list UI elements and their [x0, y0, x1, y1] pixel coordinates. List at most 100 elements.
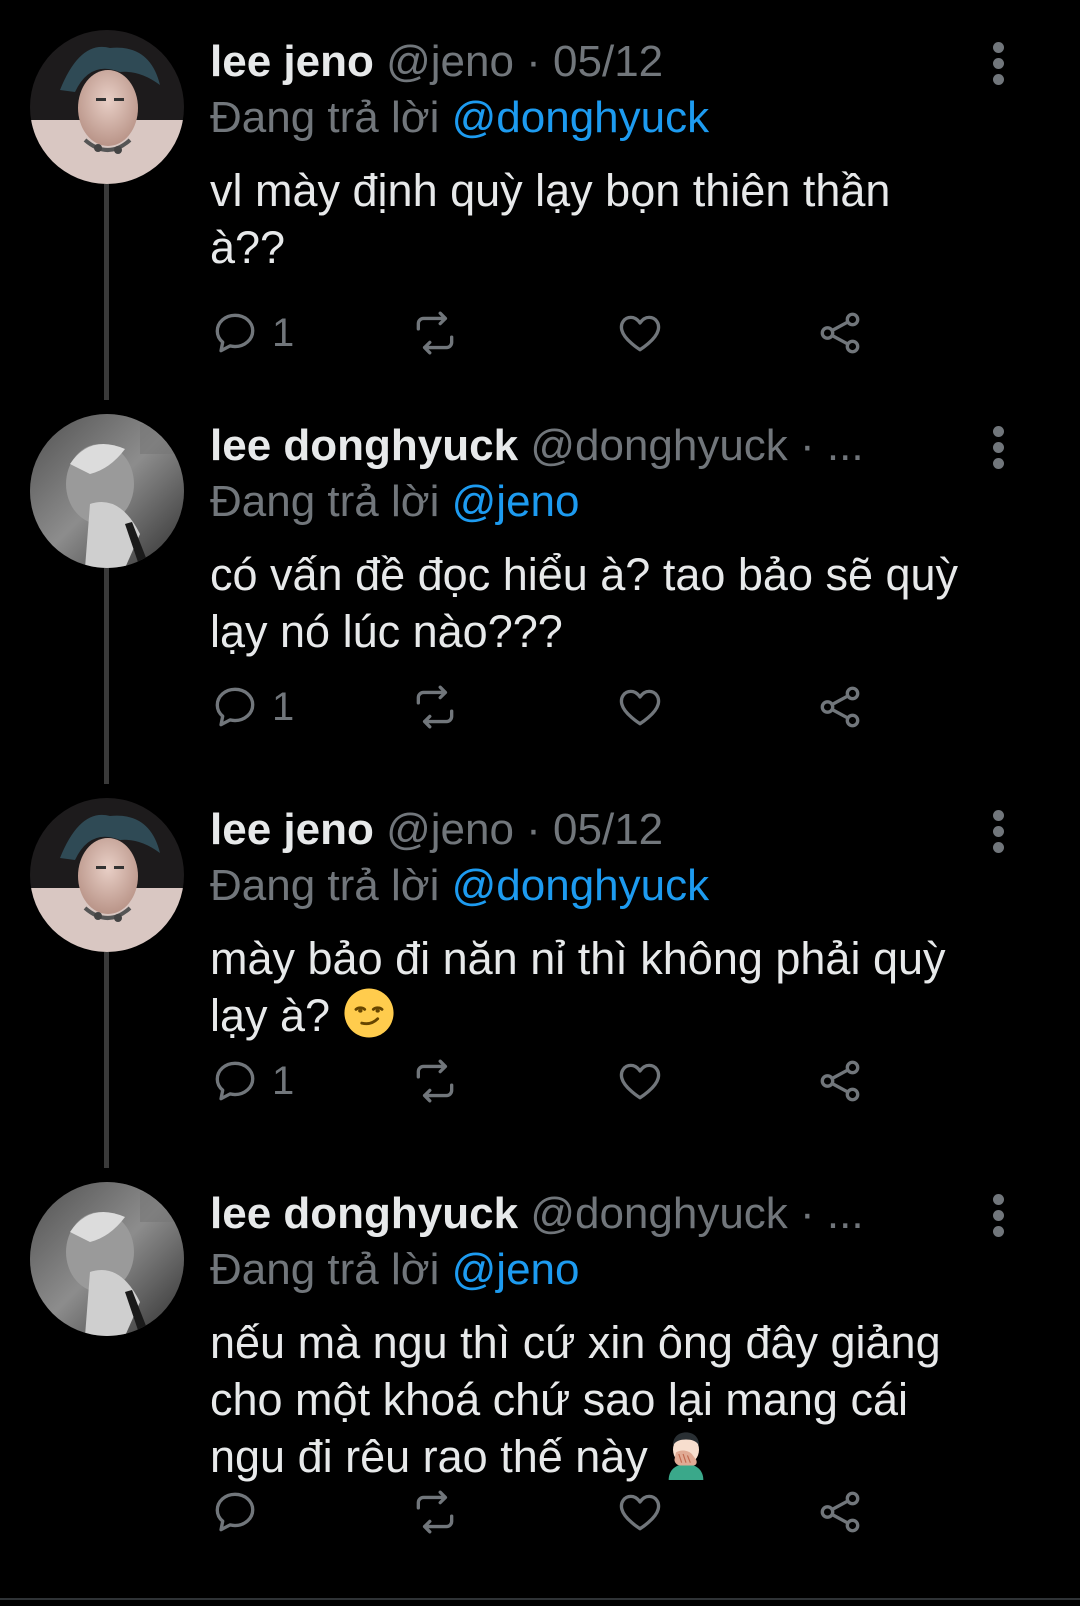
user-handle[interactable]: @jeno — [386, 37, 514, 86]
reply-count: 1 — [272, 310, 295, 355]
reply-bubble-icon — [215, 1492, 255, 1532]
reply-button[interactable]: 1 — [210, 1051, 294, 1111]
tweet-text: nếu mà ngu thì cứ xin ông đây giảng cho … — [210, 1314, 1000, 1493]
tweet-text: có vấn đề đọc hiểu à? tao bảo sẽ quỳ lạy… — [210, 549, 959, 657]
avatar-photo-jeno-icon — [30, 798, 184, 952]
avatar-donghyuck[interactable] — [30, 414, 184, 568]
heart-icon — [619, 1063, 661, 1100]
thread-connector-line — [104, 184, 109, 400]
tweet-header: lee donghyuck @donghyuck · ... — [210, 1186, 890, 1242]
avatar-photo-jeno-icon — [30, 30, 184, 184]
more-options-button[interactable] — [975, 1190, 1025, 1240]
share-button[interactable] — [815, 1482, 865, 1542]
reply-mention-link[interactable]: @jeno — [452, 1245, 580, 1294]
more-options-button[interactable] — [975, 38, 1025, 88]
reply-button[interactable]: 1 — [210, 303, 294, 363]
retweet-button[interactable] — [410, 677, 460, 737]
share-button[interactable] — [815, 1051, 865, 1111]
like-button[interactable] — [615, 1051, 665, 1111]
display-name[interactable]: lee donghyuck — [210, 421, 518, 470]
like-button[interactable] — [615, 1482, 665, 1542]
more-vertical-icon-dot — [993, 1210, 1004, 1221]
more-vertical-icon — [993, 426, 1004, 437]
share-icon — [820, 1060, 860, 1102]
retweet-button[interactable] — [410, 1051, 460, 1111]
separator-dot: · — [513, 805, 554, 854]
display-name[interactable]: lee jeno — [210, 37, 374, 86]
reply-button[interactable]: 1 — [210, 677, 294, 737]
tweet-item[interactable]: lee jeno @jeno · 05/12 Đang trả lời @don… — [0, 0, 1080, 400]
avatar-jeno[interactable] — [30, 798, 184, 952]
thread-connector-line — [104, 568, 109, 784]
more-options-button[interactable] — [975, 806, 1025, 856]
reply-mention-link[interactable]: @jeno — [452, 477, 580, 526]
tweet-date[interactable]: ... — [827, 421, 864, 470]
avatar-photo-donghyuck-icon — [30, 414, 184, 568]
tweet-text: mày bảo đi năn nỉ thì không phải quỳ lạy… — [210, 930, 1000, 1052]
more-vertical-icon — [993, 42, 1004, 53]
tweet-thread: lee jeno @jeno · 05/12 Đang trả lời @don… — [0, 0, 1080, 1606]
retweet-button[interactable] — [410, 1482, 460, 1542]
more-options-button[interactable] — [975, 422, 1025, 472]
reply-bubble-icon — [215, 1061, 255, 1101]
replying-to-label: Đang trả lời — [210, 1245, 452, 1294]
replying-to: Đang trả lời @donghyuck — [210, 90, 709, 146]
reply-mention-link[interactable]: @donghyuck — [452, 861, 710, 910]
smirking-face-emoji-icon — [343, 987, 395, 1052]
retweet-button[interactable] — [410, 303, 460, 363]
more-vertical-icon-dot — [993, 458, 1004, 469]
retweet-icon — [416, 311, 454, 355]
retweet-icon — [416, 1059, 454, 1103]
tweet-date[interactable]: 05/12 — [553, 805, 663, 854]
heart-icon — [619, 315, 661, 352]
share-button[interactable] — [815, 677, 865, 737]
tweet-text: vl mày định quỳ lạy bọn thiên thần à?? — [210, 165, 891, 273]
reply-mention-link[interactable]: @donghyuck — [452, 93, 710, 142]
more-vertical-icon-dot — [993, 442, 1004, 453]
more-vertical-icon — [993, 1194, 1004, 1205]
more-vertical-icon-dot — [993, 842, 1004, 853]
share-button[interactable] — [815, 303, 865, 363]
tweet-header: lee donghyuck @donghyuck · ... — [210, 418, 890, 474]
retweet-icon — [416, 1490, 454, 1534]
retweet-icon — [416, 685, 454, 729]
share-icon — [820, 312, 860, 354]
reply-button[interactable] — [210, 1482, 272, 1542]
share-icon — [820, 1491, 860, 1533]
user-handle[interactable]: @donghyuck — [530, 1189, 788, 1238]
heart-icon — [619, 1494, 661, 1531]
heart-icon — [619, 689, 661, 726]
avatar-jeno[interactable] — [30, 30, 184, 184]
separator-dot: · — [787, 421, 827, 470]
replying-to-label: Đang trả lời — [210, 477, 452, 526]
separator-dot: · — [787, 1189, 827, 1238]
tweet-actions — [210, 1482, 870, 1542]
like-button[interactable] — [615, 303, 665, 363]
bottom-divider — [0, 1598, 1080, 1600]
tweet-date[interactable]: 05/12 — [553, 37, 663, 86]
tweet-item[interactable]: lee jeno @jeno · 05/12 Đang trả lời @don… — [0, 768, 1080, 1168]
tweet-header: lee jeno @jeno · 05/12 — [210, 802, 890, 858]
more-vertical-icon-dot — [993, 58, 1004, 69]
display-name[interactable]: lee donghyuck — [210, 1189, 518, 1238]
tweet-date[interactable]: ... — [827, 1189, 864, 1238]
tweet-item[interactable]: lee donghyuck @donghyuck · ... Đang trả … — [0, 384, 1080, 784]
tweet-actions: 1 — [210, 677, 870, 737]
reply-count: 1 — [272, 684, 295, 729]
tweet-header: lee jeno @jeno · 05/12 — [210, 34, 890, 90]
tweet-item[interactable]: lee donghyuck @donghyuck · ... Đang trả … — [0, 1152, 1080, 1606]
reply-bubble-icon — [215, 313, 255, 353]
display-name[interactable]: lee jeno — [210, 805, 374, 854]
tweet-actions: 1 — [210, 303, 870, 363]
reply-bubble-icon — [215, 687, 255, 727]
tweet-actions: 1 — [210, 1051, 870, 1111]
share-icon — [820, 686, 860, 728]
avatar-donghyuck[interactable] — [30, 1182, 184, 1336]
user-handle[interactable]: @donghyuck — [530, 421, 788, 470]
like-button[interactable] — [615, 677, 665, 737]
replying-to: Đang trả lời @jeno — [210, 1242, 579, 1298]
user-handle[interactable]: @jeno — [386, 805, 514, 854]
separator-dot: · — [513, 37, 554, 86]
more-vertical-icon — [993, 810, 1004, 821]
avatar-photo-donghyuck-icon — [30, 1182, 184, 1336]
